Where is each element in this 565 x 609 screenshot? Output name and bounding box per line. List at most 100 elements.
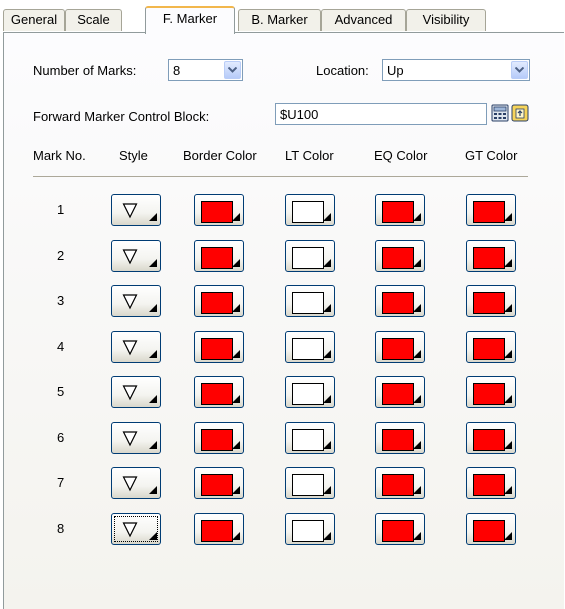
eq-color-button[interactable] [375, 422, 425, 454]
corner-arrow-icon [413, 350, 421, 358]
corner-arrow-icon [232, 395, 240, 403]
number-of-marks-select[interactable]: 8 [168, 59, 243, 81]
mark-number: 7 [57, 475, 65, 490]
gt-color-button[interactable] [466, 285, 516, 317]
mark-number: 5 [57, 384, 65, 399]
border-color-button[interactable] [194, 376, 244, 408]
corner-arrow-icon [149, 486, 157, 494]
style-button[interactable] [111, 467, 161, 499]
corner-arrow-icon [323, 213, 331, 221]
down-triangle-icon [122, 431, 138, 447]
corner-arrow-icon [413, 441, 421, 449]
eq-color-button[interactable] [375, 194, 425, 226]
tab-b-marker[interactable]: B. Marker [238, 9, 321, 31]
border-color-button[interactable] [194, 285, 244, 317]
gt-color-button[interactable] [466, 467, 516, 499]
gt-color-button[interactable] [466, 331, 516, 363]
gt-color-button[interactable] [466, 194, 516, 226]
tab-advanced[interactable]: Advanced [321, 9, 406, 31]
corner-arrow-icon [504, 213, 512, 221]
color-swatch [201, 383, 233, 405]
color-swatch [473, 292, 505, 314]
calculator-icon[interactable] [491, 104, 509, 122]
tab-scale[interactable]: Scale [65, 9, 122, 31]
corner-arrow-icon [413, 486, 421, 494]
control-block-label: Forward Marker Control Block: [33, 109, 210, 124]
eq-color-button[interactable] [375, 467, 425, 499]
color-swatch [382, 474, 414, 496]
border-color-button[interactable] [194, 422, 244, 454]
tab-general[interactable]: General [3, 9, 65, 31]
number-of-marks-value: 8 [173, 63, 181, 78]
mark-number: 4 [57, 339, 65, 354]
header-mark-no: Mark No. [33, 148, 86, 163]
style-button[interactable] [111, 513, 161, 545]
corner-arrow-icon [149, 441, 157, 449]
corner-arrow-icon [149, 259, 157, 267]
tab-visibility[interactable]: Visibility [406, 9, 486, 31]
lt-color-button[interactable] [285, 285, 335, 317]
border-color-button[interactable] [194, 331, 244, 363]
header-separator [33, 176, 528, 177]
color-swatch [292, 520, 324, 542]
style-button[interactable] [111, 422, 161, 454]
color-swatch [473, 338, 505, 360]
control-block-value: $U100 [280, 107, 319, 122]
corner-arrow-icon [323, 259, 331, 267]
down-triangle-icon [122, 340, 138, 356]
down-triangle-icon [122, 294, 138, 310]
color-swatch [382, 247, 414, 269]
style-button[interactable] [111, 285, 161, 317]
control-block-input[interactable]: $U100 [275, 103, 487, 125]
eq-color-button[interactable] [375, 376, 425, 408]
gt-color-button[interactable] [466, 376, 516, 408]
down-triangle-icon [122, 249, 138, 265]
lt-color-button[interactable] [285, 422, 335, 454]
tag-icon[interactable] [511, 104, 529, 122]
style-button[interactable] [111, 240, 161, 272]
gt-color-button[interactable] [466, 513, 516, 545]
header-border-color: Border Color [183, 148, 257, 163]
chevron-down-icon[interactable] [224, 61, 241, 79]
corner-arrow-icon [232, 350, 240, 358]
border-color-button[interactable] [194, 513, 244, 545]
lt-color-button[interactable] [285, 194, 335, 226]
lt-color-button[interactable] [285, 467, 335, 499]
color-swatch [382, 429, 414, 451]
color-swatch [201, 201, 233, 223]
style-button[interactable] [111, 194, 161, 226]
color-swatch [201, 429, 233, 451]
style-button[interactable] [111, 376, 161, 408]
lt-color-button[interactable] [285, 513, 335, 545]
corner-arrow-icon [413, 259, 421, 267]
down-triangle-icon [122, 203, 138, 219]
border-color-button[interactable] [194, 467, 244, 499]
corner-arrow-icon [504, 486, 512, 494]
border-color-button[interactable] [194, 240, 244, 272]
gt-color-button[interactable] [466, 240, 516, 272]
chevron-down-icon[interactable] [511, 61, 528, 79]
color-swatch [292, 292, 324, 314]
eq-color-button[interactable] [375, 285, 425, 317]
corner-arrow-icon [232, 441, 240, 449]
corner-arrow-icon [413, 532, 421, 540]
header-lt-color: LT Color [285, 148, 334, 163]
eq-color-button[interactable] [375, 331, 425, 363]
corner-arrow-icon [323, 304, 331, 312]
location-value: Up [387, 63, 404, 78]
border-color-button[interactable] [194, 194, 244, 226]
gt-color-button[interactable] [466, 422, 516, 454]
eq-color-button[interactable] [375, 240, 425, 272]
tab-f-marker[interactable]: F. Marker [145, 6, 235, 34]
lt-color-button[interactable] [285, 240, 335, 272]
down-triangle-icon [122, 385, 138, 401]
eq-color-button[interactable] [375, 513, 425, 545]
location-select[interactable]: Up [382, 59, 530, 81]
style-button[interactable] [111, 331, 161, 363]
color-swatch [201, 292, 233, 314]
mark-number: 6 [57, 430, 65, 445]
corner-arrow-icon [149, 350, 157, 358]
lt-color-button[interactable] [285, 331, 335, 363]
lt-color-button[interactable] [285, 376, 335, 408]
color-swatch [292, 338, 324, 360]
